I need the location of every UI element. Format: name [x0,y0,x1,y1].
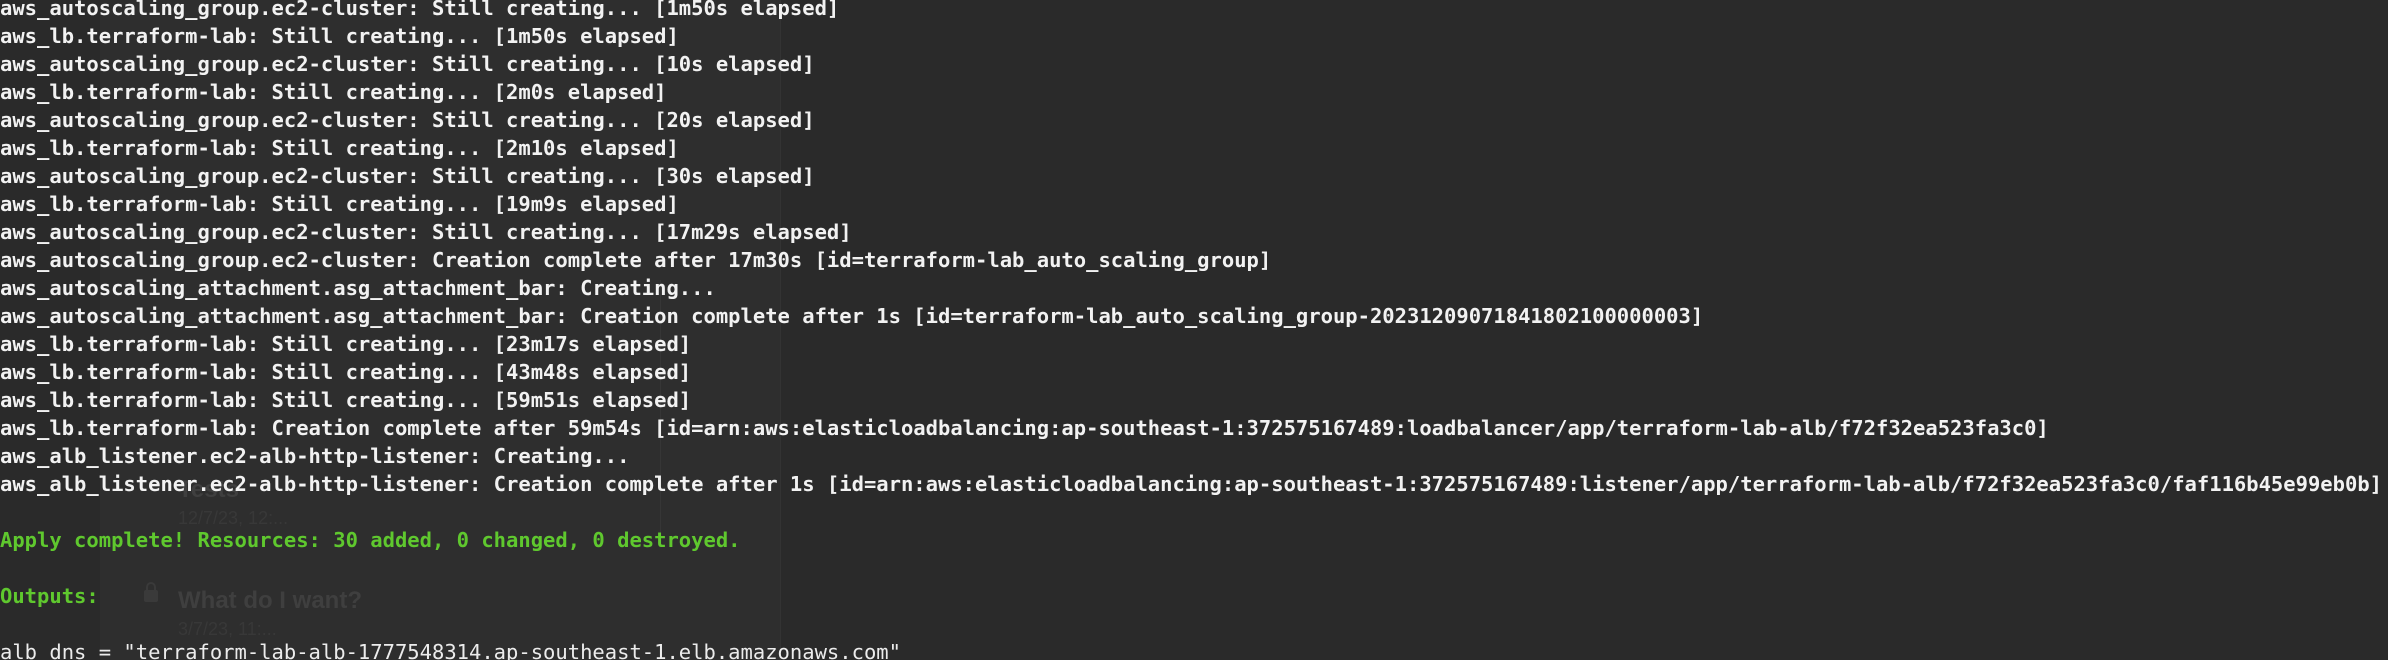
terminal-line: alb_dns = "terraform-lab-alb-1777548314.… [0,640,901,660]
terminal-line: aws_lb.terraform-lab: Creation complete … [0,416,2049,440]
terminal-line: aws_lb.terraform-lab: Still creating... … [0,388,692,412]
terminal-line: aws_lb.terraform-lab: Still creating... … [0,136,679,160]
terminal-line: aws_lb.terraform-lab: Still creating... … [0,24,679,48]
terminal-line: aws_lb.terraform-lab: Still creating... … [0,360,692,384]
terminal-line: aws_autoscaling_group.ec2-cluster: Still… [0,52,815,76]
terminal-line: aws_autoscaling_attachment.asg_attachmen… [0,304,1704,328]
terminal-line: aws_lb.terraform-lab: Still creating... … [0,192,679,216]
terminal-line: aws_autoscaling_group.ec2-cluster: Still… [0,164,815,188]
terminal-line: aws_autoscaling_group.ec2-cluster: Creat… [0,248,1272,272]
terminal-line: Outputs: [0,584,99,608]
terminal-output: aws_autoscaling_group.ec2-cluster: Still… [0,0,2382,660]
terminal-line: aws_lb.terraform-lab: Still creating... … [0,80,667,104]
terminal-line: aws_autoscaling_group.ec2-cluster: Still… [0,220,852,244]
terminal-line: Apply complete! Resources: 30 added, 0 c… [0,528,741,552]
terminal-line: aws_lb.terraform-lab: Still creating... … [0,332,692,356]
terminal-line: aws_autoscaling_attachment.asg_attachmen… [0,276,716,300]
terminal-line: aws_autoscaling_group.ec2-cluster: Still… [0,0,840,20]
terminal-window[interactable]: Tests 12/7/23, 12:... What do I want? 3/… [0,0,2388,660]
terminal-line: aws_alb_listener.ec2-alb-http-listener: … [0,444,630,468]
terminal-line: aws_alb_listener.ec2-alb-http-listener: … [0,472,2383,496]
terminal-line: aws_autoscaling_group.ec2-cluster: Still… [0,108,815,132]
